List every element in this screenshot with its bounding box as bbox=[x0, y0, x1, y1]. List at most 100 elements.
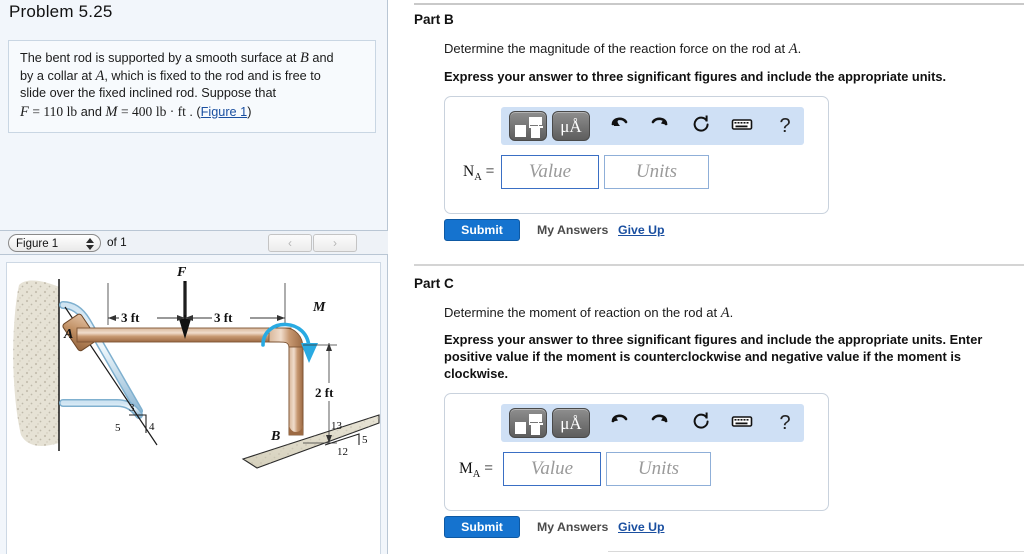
part-c-question-end: . bbox=[729, 305, 734, 320]
part-c-instruction: Express your answer to three significant… bbox=[444, 331, 1024, 382]
force-label: F bbox=[176, 265, 187, 280]
part-b-question-text: Determine the magnitude of the reaction … bbox=[444, 41, 789, 56]
part-c-answer-symbol: M bbox=[459, 460, 473, 477]
chevron-updown-icon bbox=[85, 238, 94, 250]
moment-arrow-head bbox=[301, 343, 318, 363]
statement-m-unit: lb · ft bbox=[155, 103, 186, 119]
part-c-units-input[interactable]: Units bbox=[606, 452, 711, 486]
statement-var-b: B bbox=[300, 50, 309, 66]
problem-statement-text: The bent rod is supported by a smooth su… bbox=[20, 50, 364, 121]
units-icon[interactable]: μÅ bbox=[552, 408, 590, 438]
statement-f-value: = 110 bbox=[32, 103, 64, 119]
slope-b-5-label: 5 bbox=[362, 434, 368, 446]
divider-bottom bbox=[608, 551, 1024, 552]
help-icon[interactable]: ? bbox=[773, 411, 797, 435]
template-icon[interactable] bbox=[509, 111, 547, 141]
figure-count-label: of 1 bbox=[107, 235, 127, 249]
statement-period: . bbox=[189, 104, 193, 119]
figure-toolbar: Figure 1 of 1 ‹ › bbox=[0, 230, 388, 255]
vertical-rod bbox=[288, 346, 304, 436]
redo-icon[interactable] bbox=[648, 411, 672, 435]
part-b-submit-button[interactable]: Submit bbox=[444, 219, 520, 241]
part-c-submit-button[interactable]: Submit bbox=[444, 516, 520, 538]
part-c-toolbar: μÅ ? bbox=[501, 404, 804, 442]
statement-part-5: slide over the fixed inclined rod. Suppo… bbox=[20, 86, 277, 100]
keyboard-icon[interactable] bbox=[730, 411, 754, 435]
redo-icon[interactable] bbox=[648, 114, 672, 138]
slope-a-3-label: 3 bbox=[129, 402, 135, 414]
keyboard-icon[interactable] bbox=[730, 114, 754, 138]
part-b-heading: Part B bbox=[414, 12, 454, 27]
part-c-answer-box: μÅ ? MA = Value Units bbox=[444, 393, 829, 511]
part-c-value-input[interactable]: Value bbox=[503, 452, 601, 486]
part-b-answer-equals: = bbox=[481, 163, 495, 180]
left-problem-panel: Problem 5.25 The bent rod is supported b… bbox=[0, 0, 388, 554]
units-icon[interactable]: μÅ bbox=[552, 111, 590, 141]
part-b-question: Determine the magnitude of the reaction … bbox=[444, 40, 801, 58]
part-b-my-answers-button[interactable]: My Answers bbox=[537, 223, 608, 237]
page-title: Problem 5.25 bbox=[9, 2, 113, 21]
statement-part-3: by a collar at bbox=[20, 68, 96, 83]
part-b-units-input[interactable]: Units bbox=[604, 155, 709, 189]
figure-next-button[interactable]: › bbox=[313, 234, 357, 252]
problem-page: Problem 5.25 The bent rod is supported b… bbox=[0, 0, 1024, 554]
statement-m-value: = 400 bbox=[121, 103, 153, 119]
part-c-instruction-line3: clockwise. bbox=[444, 366, 509, 381]
part-c-question-text: Determine the moment of reaction on the … bbox=[444, 305, 721, 320]
figure-select-label: Figure 1 bbox=[16, 238, 59, 250]
part-b-answer-symbol: N bbox=[463, 163, 475, 180]
right-answer-panel: Part B Determine the magnitude of the re… bbox=[389, 0, 1024, 554]
part-c-my-answers-button[interactable]: My Answers bbox=[537, 520, 608, 534]
statement-part-4: , which is fixed to the rod and is free … bbox=[104, 68, 321, 83]
part-c-give-up-button[interactable]: Give Up bbox=[618, 520, 664, 534]
statement-part-1: The bent rod is supported by a smooth su… bbox=[20, 51, 300, 65]
point-a-label: A bbox=[63, 327, 73, 342]
part-c-instruction-line2: positive value if the moment is counterc… bbox=[444, 349, 961, 364]
divider-middle bbox=[414, 264, 1024, 266]
moment-label: M bbox=[312, 300, 326, 315]
figure-canvas: F 3 ft 3 ft M 2 ft A B 3 4 5 13 12 5 bbox=[6, 262, 381, 554]
part-b-instruction: Express your answer to three significant… bbox=[444, 69, 947, 84]
statement-and: and bbox=[80, 104, 102, 119]
figure-1-link[interactable]: Figure 1 bbox=[201, 105, 248, 119]
dim-vert-label: 2 ft bbox=[315, 385, 334, 400]
statement-part-2: and bbox=[308, 51, 334, 65]
part-c-question-var: A bbox=[720, 305, 730, 321]
template-icon[interactable] bbox=[509, 408, 547, 438]
part-b-toolbar: μÅ ? bbox=[501, 107, 804, 145]
point-b-label: B bbox=[270, 429, 280, 444]
part-c-question: Determine the moment of reaction on the … bbox=[444, 304, 733, 322]
reset-icon[interactable] bbox=[689, 411, 713, 435]
figure-prev-button[interactable]: ‹ bbox=[268, 234, 312, 252]
dim-right-label: 3 ft bbox=[214, 310, 233, 325]
reset-icon[interactable] bbox=[689, 114, 713, 138]
slope-b-12-label: 12 bbox=[337, 446, 348, 458]
statement-var-a: A bbox=[95, 67, 105, 84]
slope-b-13-label: 13 bbox=[331, 420, 343, 432]
divider-top bbox=[414, 3, 1024, 5]
problem-statement-box: The bent rod is supported by a smooth su… bbox=[8, 40, 376, 133]
undo-icon[interactable] bbox=[607, 114, 631, 138]
dim-left-label: 3 ft bbox=[121, 310, 140, 325]
part-b-question-end: . bbox=[797, 41, 802, 56]
help-icon[interactable]: ? bbox=[773, 114, 797, 138]
paren-close: ) bbox=[247, 104, 252, 119]
part-c-answer-equals: = bbox=[480, 460, 494, 477]
part-b-give-up-button[interactable]: Give Up bbox=[618, 223, 664, 237]
slope-a-4-label: 4 bbox=[149, 421, 155, 433]
part-c-heading: Part C bbox=[414, 276, 454, 291]
part-b-value-input[interactable]: Value bbox=[501, 155, 599, 189]
statement-var-f: F bbox=[20, 103, 29, 120]
bent-rod-diagram: F 3 ft 3 ft M 2 ft A B 3 4 5 13 12 5 bbox=[13, 265, 380, 469]
figure-select[interactable]: Figure 1 bbox=[8, 234, 101, 252]
statement-f-unit: lb bbox=[66, 103, 78, 119]
part-b-answer-sub: A bbox=[474, 172, 482, 184]
undo-icon[interactable] bbox=[607, 411, 631, 435]
statement-var-m: M bbox=[105, 103, 118, 120]
part-c-instruction-line1: Express your answer to three significant… bbox=[444, 332, 983, 347]
part-b-answer-label: NA = bbox=[463, 163, 494, 183]
part-b-question-var: A bbox=[788, 41, 798, 57]
part-b-answer-box: μÅ ? NA = Value Units bbox=[444, 96, 829, 214]
part-c-answer-label: MA = bbox=[459, 460, 493, 480]
slope-a-5-label: 5 bbox=[115, 422, 121, 434]
